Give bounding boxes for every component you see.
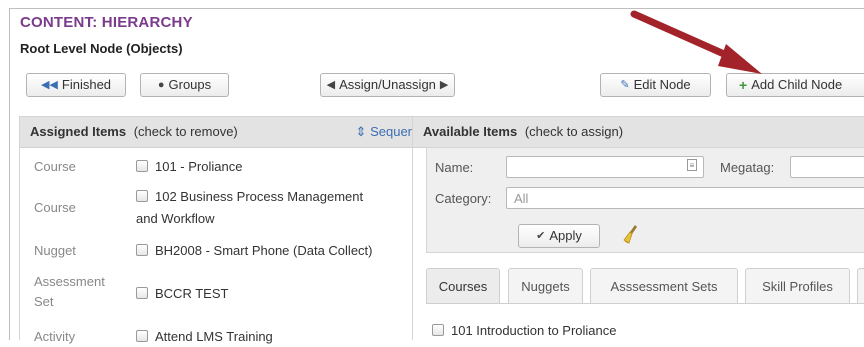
annotation-arrow	[630, 10, 762, 74]
